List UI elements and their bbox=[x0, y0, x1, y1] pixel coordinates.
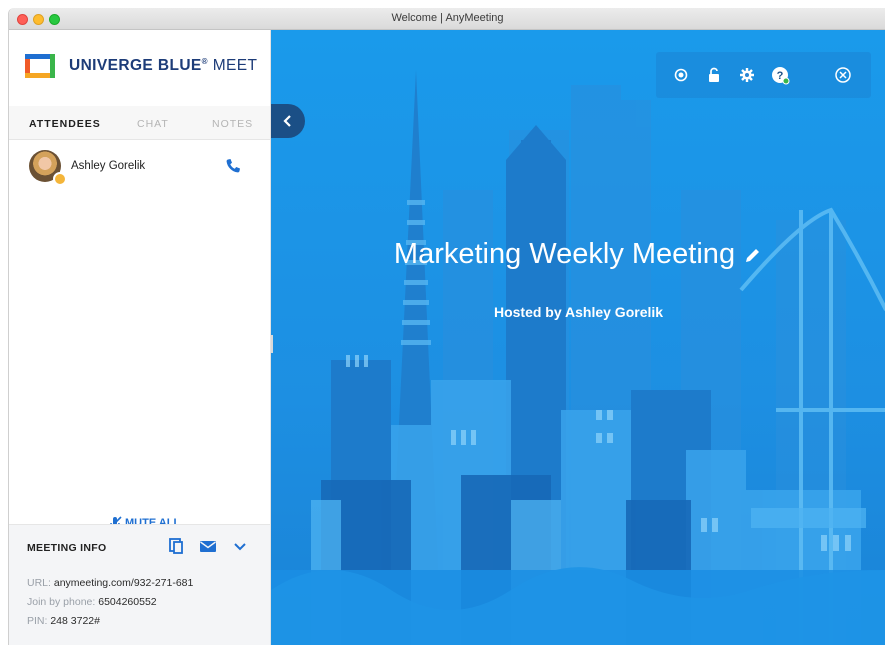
edit-pencil-icon[interactable] bbox=[743, 245, 763, 265]
hosted-by-text: Hosted by Ashley Gorelik bbox=[493, 304, 664, 320]
meeting-info-title: MEETING INFO bbox=[27, 542, 107, 554]
url-value: anymeeting.com/932-271-681 bbox=[53, 577, 194, 589]
brand-product: MEET bbox=[212, 57, 258, 74]
meeting-controls: ? bbox=[656, 52, 871, 98]
collapse-sidebar-button[interactable] bbox=[271, 104, 305, 138]
brand-reg-mark: ® bbox=[201, 57, 208, 66]
pin-value: 248 3722# bbox=[50, 615, 100, 627]
copy-icon[interactable] bbox=[167, 538, 185, 554]
sidebar-tabs: ATTENDEES CHAT NOTES bbox=[9, 106, 270, 140]
settings-icon[interactable] bbox=[736, 64, 758, 86]
meeting-url: URL: anymeeting.com/932-271-681 bbox=[27, 577, 193, 589]
chevron-left-icon bbox=[283, 115, 291, 127]
meeting-pin: PIN: 248 3722# bbox=[27, 615, 100, 627]
sidebar: UNIVERGE BLUE® MEET ATTENDEES CHAT NOTES… bbox=[9, 30, 271, 645]
brand-name: UNIVERGE BLUE® MEET bbox=[69, 57, 257, 75]
panel-splitter[interactable] bbox=[271, 335, 273, 353]
phone-value: 6504260552 bbox=[98, 596, 157, 608]
host-badge-icon bbox=[53, 172, 67, 186]
meeting-phone: Join by phone: 6504260552 bbox=[27, 596, 157, 608]
tab-attendees[interactable]: ATTENDEES bbox=[29, 118, 101, 130]
meeting-title: Marketing Weekly Meeting bbox=[271, 238, 885, 271]
meeting-info-panel: MEETING INFO URL: anymeeting.com/932-271… bbox=[9, 524, 270, 645]
email-icon[interactable] bbox=[199, 538, 217, 554]
attendee-row[interactable]: Ashley Gorelik bbox=[25, 148, 255, 188]
tab-chat[interactable]: CHAT bbox=[137, 118, 169, 130]
logo-mark-icon bbox=[25, 54, 55, 78]
phone-icon[interactable] bbox=[224, 157, 242, 175]
brand-name-text: UNIVERGE BLUE bbox=[69, 57, 202, 74]
meeting-title-text: Marketing Weekly Meeting bbox=[393, 238, 736, 270]
city-skyline-illustration bbox=[271, 70, 885, 645]
attendee-name: Ashley Gorelik bbox=[71, 160, 146, 172]
close-icon[interactable] bbox=[832, 64, 854, 86]
app-window: Welcome | AnyMeeting UNIVERGE BLUE® MEET… bbox=[8, 8, 885, 645]
meeting-stage: ? Marketing Weekly Meeting Hosted by Ash… bbox=[271, 30, 885, 645]
title-bar: Welcome | AnyMeeting bbox=[9, 8, 885, 30]
chevron-down-icon[interactable] bbox=[231, 538, 249, 554]
help-icon[interactable]: ? bbox=[769, 64, 791, 86]
record-icon[interactable] bbox=[670, 64, 692, 86]
phone-label: Join by phone: bbox=[27, 596, 96, 608]
lock-icon[interactable] bbox=[703, 64, 725, 86]
url-label: URL: bbox=[27, 577, 51, 589]
pin-label: PIN: bbox=[27, 615, 48, 627]
window-title: Welcome | AnyMeeting bbox=[391, 12, 504, 24]
tab-notes[interactable]: NOTES bbox=[212, 118, 253, 130]
brand-logo: UNIVERGE BLUE® MEET bbox=[25, 52, 265, 82]
svg-text:?: ? bbox=[777, 70, 784, 82]
